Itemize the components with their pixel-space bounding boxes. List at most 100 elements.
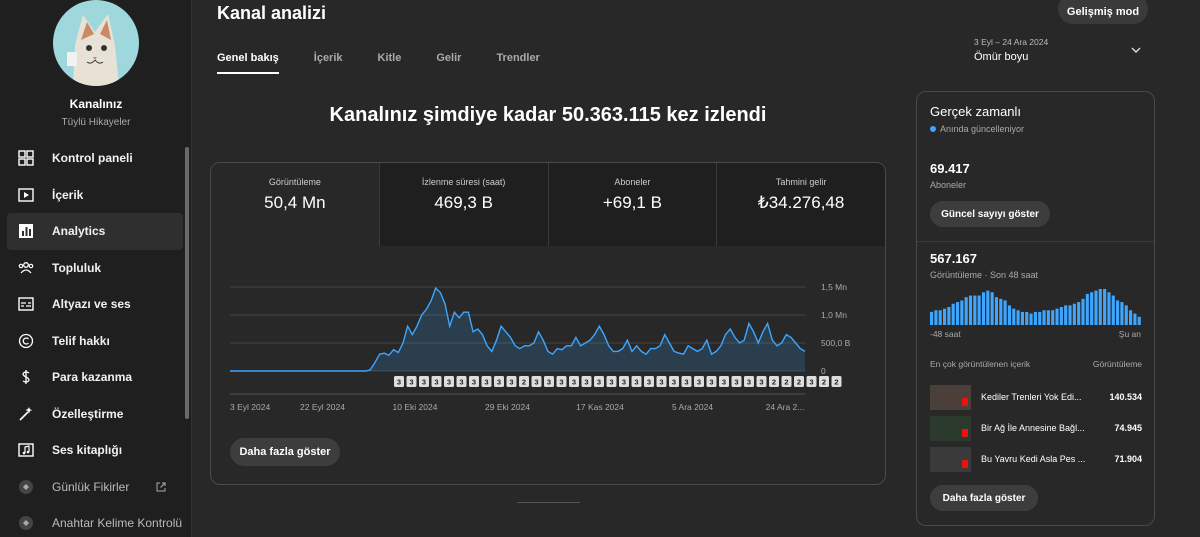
channel-subtitle: Tüylü Hikayeler bbox=[61, 117, 131, 128]
overview-card: Görüntüleme 50,4 Mn İzlenme süresi (saat… bbox=[210, 162, 886, 485]
sidebar-item-keyword-control[interactable]: Anahtar Kelime Kontrolü bbox=[0, 505, 184, 537]
upload-marker-label: 3 bbox=[422, 378, 426, 387]
tab-overview[interactable]: Genel bakış bbox=[217, 52, 279, 74]
divider bbox=[917, 241, 1154, 242]
dashboard-icon bbox=[17, 149, 35, 167]
tab-revenue[interactable]: Gelir bbox=[436, 52, 461, 72]
video-thumbnail bbox=[930, 415, 971, 441]
shorts-icon bbox=[962, 459, 968, 468]
metric-value: 469,3 B bbox=[434, 193, 493, 212]
date-picker[interactable]: 3 Eyl – 24 Ara 2024 Ömür boyu bbox=[974, 37, 1048, 63]
headline: Kanalınız şimdiye kadar 50.363.115 kez i… bbox=[329, 104, 767, 126]
y-tick-label: 1,5 Mn bbox=[821, 282, 847, 292]
realtime-bar bbox=[1129, 310, 1133, 325]
video-title: Bir Ağ İle Annesine Bağl... bbox=[981, 423, 1085, 433]
realtime-bar bbox=[968, 295, 973, 325]
y-tick-label: 0 bbox=[821, 366, 826, 376]
sidebar-item-audio-library[interactable]: Ses kitaplığı bbox=[0, 432, 184, 469]
tab-trends[interactable]: Trendler bbox=[496, 52, 539, 72]
subtitles-icon bbox=[17, 295, 35, 313]
audio-library-icon bbox=[17, 441, 35, 459]
realtime-bar bbox=[1055, 308, 1059, 325]
realtime-bar bbox=[1090, 292, 1094, 325]
sidebar-item-community[interactable]: Topluluk bbox=[0, 250, 184, 287]
upload-marker-label: 3 bbox=[734, 378, 738, 387]
realtime-axis-start: -48 saat bbox=[930, 329, 961, 339]
realtime-bar bbox=[1025, 311, 1029, 325]
realtime-bar bbox=[977, 295, 981, 325]
upload-marker-label: 3 bbox=[397, 378, 401, 387]
realtime-subscribers-label: Aboneler bbox=[930, 180, 967, 190]
realtime-bar bbox=[1116, 300, 1120, 325]
metric-views[interactable]: Görüntüleme 50,4 Mn bbox=[211, 163, 380, 246]
metric-value: +69,1 B bbox=[602, 193, 662, 212]
realtime-axis-end: Şu an bbox=[1118, 329, 1141, 339]
realtime-bar bbox=[1007, 305, 1012, 325]
sidebar-item-subtitles[interactable]: Altyazı ve ses bbox=[0, 286, 184, 323]
upload-marker-label: 3 bbox=[534, 378, 538, 387]
realtime-bar bbox=[1081, 298, 1085, 325]
upload-marker-label: 2 bbox=[772, 378, 776, 387]
sidebar-item-content[interactable]: İçerik bbox=[0, 177, 184, 214]
upload-marker-label: 3 bbox=[509, 378, 513, 387]
show-live-count-button[interactable]: Güncel sayıyı göster bbox=[930, 201, 1050, 227]
video-views: 71.904 bbox=[1114, 454, 1142, 464]
sidebar-item-monetization[interactable]: Para kazanma bbox=[0, 359, 184, 396]
realtime-bar bbox=[951, 303, 955, 325]
sidebar-item-customization[interactable]: Özelleştirme bbox=[0, 396, 184, 433]
upload-marker-label: 2 bbox=[784, 378, 788, 387]
realtime-bar bbox=[1098, 289, 1102, 325]
tab-content[interactable]: İçerik bbox=[314, 52, 343, 72]
realtime-bar bbox=[930, 311, 934, 325]
realtime-bar bbox=[1120, 302, 1124, 325]
sidebar-item-daily-ideas[interactable]: Günlük Fikirler bbox=[0, 469, 184, 506]
sidebar-scrollbar[interactable] bbox=[185, 147, 189, 419]
sidebar-item-copyright[interactable]: Telif hakkı bbox=[0, 323, 184, 360]
show-more-button[interactable]: Daha fazla göster bbox=[930, 485, 1038, 511]
metric-revenue[interactable]: Tahmini gelir ₺34.276,48 bbox=[717, 163, 885, 246]
realtime-bar bbox=[1016, 310, 1020, 325]
show-more-button[interactable]: Daha fazla göster bbox=[230, 438, 340, 466]
series-area bbox=[230, 288, 805, 371]
upload-marker-label: 3 bbox=[597, 378, 601, 387]
upload-marker-label: 3 bbox=[659, 378, 663, 387]
upload-marker-label: 3 bbox=[547, 378, 551, 387]
app: Kanalınız Tüylü Hikayeler Kontrol paneli… bbox=[0, 0, 1200, 537]
realtime-bar bbox=[1033, 311, 1037, 325]
upload-marker-label: 3 bbox=[709, 378, 713, 387]
realtime-bar bbox=[1068, 305, 1072, 325]
metric-subscribers[interactable]: Aboneler +69,1 B bbox=[548, 163, 718, 246]
realtime-bar bbox=[947, 307, 951, 325]
advanced-mode-button[interactable]: Gelişmiş mod bbox=[1058, 0, 1148, 24]
upload-marker-label: 3 bbox=[622, 378, 626, 387]
video-views: 74.945 bbox=[1114, 423, 1142, 433]
tab-audience[interactable]: Kitle bbox=[378, 52, 402, 72]
sidebar-item-label: Anahtar Kelime Kontrolü bbox=[52, 516, 183, 531]
metric-value: ₺34.276,48 bbox=[757, 193, 845, 212]
top-content-row[interactable]: Bu Yavru Kedi Asla Pes ... 71.904 bbox=[930, 446, 1142, 472]
sidebar-item-dashboard[interactable]: Kontrol paneli bbox=[0, 140, 184, 177]
views-chart[interactable]: 1,5 Mn1,0 Mn500,0 B03 3 3 3 3 3 3 3 3 3 2 3 3 3 3 3 3 3 3 3… bbox=[211, 263, 886, 423]
upload-marker-label: 3 bbox=[572, 378, 576, 387]
top-content-header: En çok görüntülenen içerik Görüntüleme bbox=[930, 359, 1142, 369]
realtime-bar bbox=[1077, 302, 1081, 325]
y-tick-label: 1,0 Mn bbox=[821, 310, 847, 320]
metric-watch-time[interactable]: İzlenme süresi (saat) 469,3 B bbox=[379, 163, 549, 246]
realtime-bar bbox=[999, 298, 1003, 325]
monetization-icon bbox=[17, 368, 35, 386]
realtime-bar bbox=[934, 310, 938, 325]
realtime-bar bbox=[938, 310, 942, 325]
upload-marker-label: 3 bbox=[722, 378, 726, 387]
realtime-bar bbox=[955, 302, 960, 325]
content-icon bbox=[17, 186, 35, 204]
sidebar-item-label: Analytics bbox=[52, 224, 106, 239]
upload-marker-label: 3 bbox=[672, 378, 676, 387]
realtime-card: Gerçek zamanlı Anında güncelleniyor 69.4… bbox=[916, 91, 1155, 526]
top-content-row[interactable]: Bir Ağ İle Annesine Bağl... 74.945 bbox=[930, 415, 1142, 441]
avatar[interactable] bbox=[53, 0, 139, 86]
upload-marker-label: 3 bbox=[409, 378, 413, 387]
realtime-bar-chart[interactable] bbox=[930, 287, 1142, 325]
sidebar-item-analytics[interactable]: Analytics bbox=[7, 213, 183, 250]
chevron-down-icon[interactable] bbox=[1130, 44, 1142, 56]
top-content-row[interactable]: Kediler Trenleri Yok Edi... 140.534 bbox=[930, 384, 1142, 410]
